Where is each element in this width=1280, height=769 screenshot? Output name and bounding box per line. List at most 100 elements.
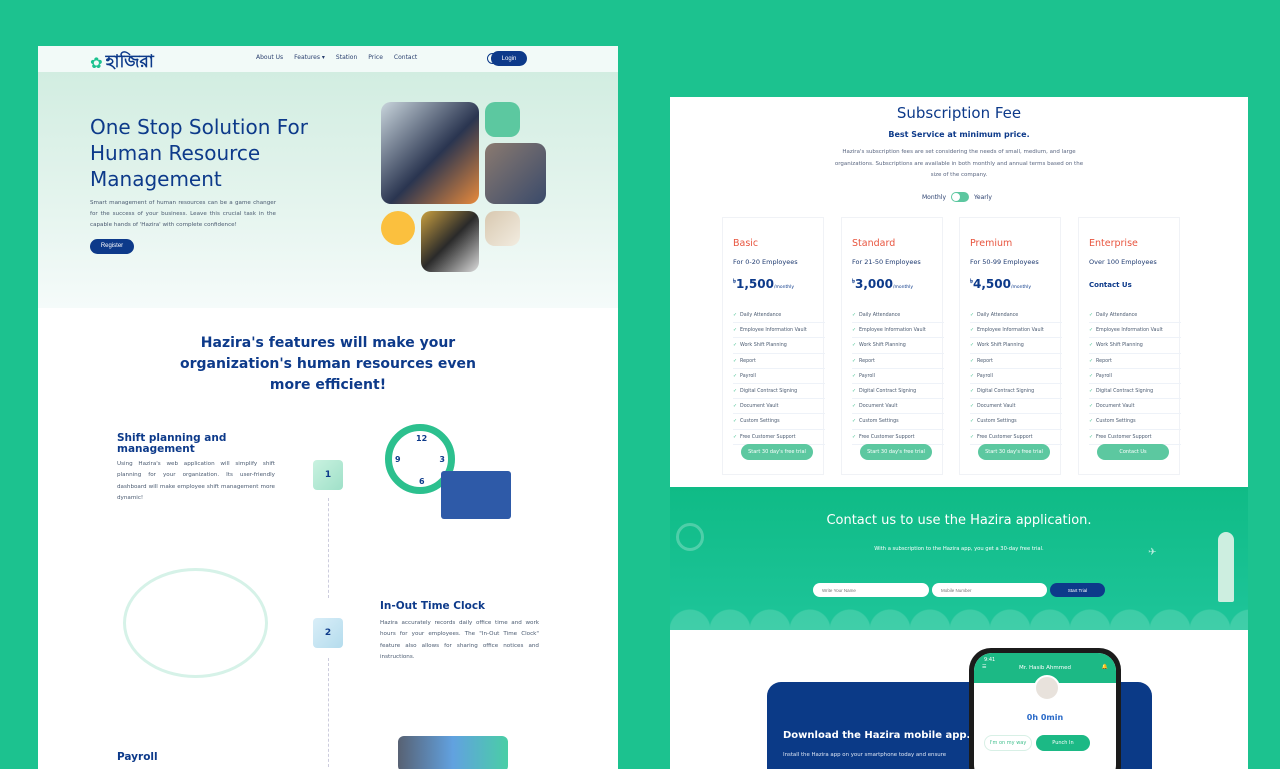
plan-feature-label: Free Customer Support	[1096, 434, 1152, 440]
price-period: /monthly	[1010, 285, 1032, 290]
check-icon: ✓	[970, 434, 975, 440]
punch-in-button[interactable]: Punch In	[1036, 735, 1090, 751]
hero-section: One Stop Solution For Human Resource Man…	[38, 72, 618, 308]
website-preview-pricing: Subscription Fee Best Service at minimum…	[670, 97, 1248, 769]
hero-text: Smart management of human resources can …	[90, 200, 276, 228]
plan-feature: ✓ Payroll	[1089, 369, 1181, 384]
logo-icon: ✿	[90, 54, 103, 72]
plan-feature: ✓ Employee Information Vault	[852, 323, 944, 339]
plan-feature-label: Free Customer Support	[977, 434, 1033, 440]
top-nav: ✿ হাজিরা About Us Features ▾ Station Pric…	[38, 46, 618, 72]
mobile-input[interactable]	[932, 583, 1047, 597]
work-duration: 0h 0min	[1026, 713, 1064, 722]
plan-feature-label: Report	[1096, 358, 1112, 364]
website-preview-home: ✿ হাজিরা About Us Features ▾ Station Pric…	[38, 43, 618, 769]
check-icon: ✓	[852, 373, 857, 379]
download-title: Download the Hazira mobile app.	[783, 730, 971, 741]
check-icon: ✓	[1089, 434, 1094, 440]
plan-feature-label: Document Vault	[1096, 404, 1135, 410]
plan-cta-button[interactable]: Contact Us	[1097, 444, 1169, 460]
plan-feature-list: ✓ Daily Attendance ✓ Employee Information V…	[1089, 308, 1181, 445]
plan-card-premium: Premium For 50-99 Employees ৳4,500/monthl…	[959, 217, 1062, 475]
plan-feature: ✓ Work Shift Planning	[852, 338, 944, 354]
plan-feature: ✓ Work Shift Planning	[970, 338, 1062, 354]
plan-feature: ✓ Employee Information Vault	[1089, 323, 1181, 339]
plan-feature: ✓ Daily Attendance	[970, 308, 1062, 324]
bell-icon[interactable]: 🔔	[1102, 664, 1108, 670]
feature-title: Payroll	[117, 751, 158, 763]
check-icon: ✓	[733, 358, 738, 364]
contact-title: Contact us to use the Hazira application…	[826, 513, 1092, 528]
plan-feature: ✓ Custom Settings	[852, 414, 944, 430]
on-my-way-button[interactable]: I'm on my way	[984, 735, 1032, 751]
payroll-illustration	[398, 736, 508, 769]
feature-text: Hazira accurately records daily office t…	[380, 620, 539, 661]
plan-feature: ✓ Document Vault	[733, 399, 825, 415]
plan-feature-label: Daily Attendance	[977, 313, 1019, 318]
plan-cta-button[interactable]: Start 30 day's free trial	[978, 444, 1050, 460]
plan-employees: For 0-20 Employees	[733, 258, 798, 266]
check-icon: ✓	[1089, 313, 1094, 318]
plan-feature-label: Report	[977, 358, 993, 364]
plan-feature-list: ✓ Daily Attendance ✓ Employee Information V…	[733, 308, 825, 445]
hero-photo-worker	[421, 211, 479, 272]
plan-employees: Over 100 Employees	[1089, 258, 1157, 266]
billing-toggle[interactable]	[951, 192, 970, 202]
login-button[interactable]: Login	[491, 51, 527, 66]
start-trial-button[interactable]: Start Trial	[1050, 583, 1105, 597]
billing-monthly-label: Monthly	[922, 193, 947, 201]
check-icon: ✓	[970, 373, 975, 379]
menu-icon[interactable]: ☰	[982, 664, 986, 670]
plan-feature-label: Payroll	[859, 373, 875, 379]
nav-price[interactable]: Price	[368, 54, 383, 61]
avatar	[1034, 675, 1060, 701]
plan-feature-label: Digital Contract Signing	[977, 388, 1035, 394]
name-input[interactable]	[813, 583, 929, 597]
plan-feature: ✓ Employee Information Vault	[733, 323, 825, 339]
plan-feature: ✓ Custom Settings	[970, 414, 1062, 430]
contact-text: With a subscription to the Hazira app, y…	[874, 546, 1044, 552]
plan-feature: ✓ Daily Attendance	[1089, 308, 1181, 324]
plan-feature-label: Digital Contract Signing	[1096, 388, 1154, 394]
decor-green-tile	[485, 102, 520, 137]
nav-about[interactable]: About Us	[256, 54, 283, 61]
nav-features-label: Features	[294, 54, 320, 61]
plan-feature: ✓ Free Customer Support	[1089, 430, 1181, 445]
plan-feature-label: Custom Settings	[740, 419, 780, 425]
check-icon: ✓	[970, 404, 975, 410]
plan-feature-label: Report	[740, 358, 756, 364]
plan-feature-list: ✓ Daily Attendance ✓ Employee Information V…	[970, 308, 1062, 445]
check-icon: ✓	[970, 328, 975, 334]
plan-cta-button[interactable]: Start 30 day's free trial	[741, 444, 813, 460]
plan-feature: ✓ Work Shift Planning	[1089, 338, 1181, 354]
nav-station[interactable]: Station	[336, 54, 357, 61]
nav-contact[interactable]: Contact	[394, 54, 417, 61]
clouds-decoration	[670, 600, 1248, 630]
phone-time: 9:41	[984, 657, 996, 663]
price-period: /monthly	[773, 285, 795, 290]
price-value: 4,500	[973, 277, 1011, 291]
plan-feature-label: Daily Attendance	[859, 313, 901, 318]
plan-cta-button[interactable]: Start 30 day's free trial	[860, 444, 932, 460]
check-icon: ✓	[852, 419, 857, 425]
plan-feature: ✓ Digital Contract Signing	[852, 384, 944, 400]
nav-features[interactable]: Features ▾	[294, 54, 325, 61]
nav-menu: About Us Features ▾ Station Price Contac…	[256, 54, 417, 61]
plan-feature-label: Work Shift Planning	[1096, 343, 1143, 349]
check-icon: ✓	[852, 313, 857, 318]
plan-price: ৳3,000/monthly	[852, 276, 913, 291]
billing-switch: Monthly Yearly	[922, 192, 992, 202]
plan-contact[interactable]: Contact Us	[1089, 281, 1132, 289]
plan-feature-label: Digital Contract Signing	[740, 388, 798, 394]
price-period: /monthly	[892, 285, 914, 290]
check-icon: ✓	[733, 388, 738, 394]
plan-price: ৳1,500/monthly	[733, 276, 794, 291]
phone-user-name: Mr. Hasib Ahmmed	[1019, 665, 1071, 671]
plan-card-enterprise: Enterprise Over 100 Employees Contact Us ✓…	[1078, 217, 1181, 475]
phone-mockup: 9:41 Mr. Hasib Ahmmed ☰ 🔔 0h 0min I'm on…	[969, 648, 1121, 769]
register-button[interactable]: Register	[90, 239, 134, 254]
plan-feature: ✓ Free Customer Support	[970, 430, 1062, 445]
hero-photo-office	[381, 102, 479, 204]
plan-feature-label: Payroll	[1096, 373, 1112, 379]
plan-feature-label: Document Vault	[740, 404, 779, 410]
